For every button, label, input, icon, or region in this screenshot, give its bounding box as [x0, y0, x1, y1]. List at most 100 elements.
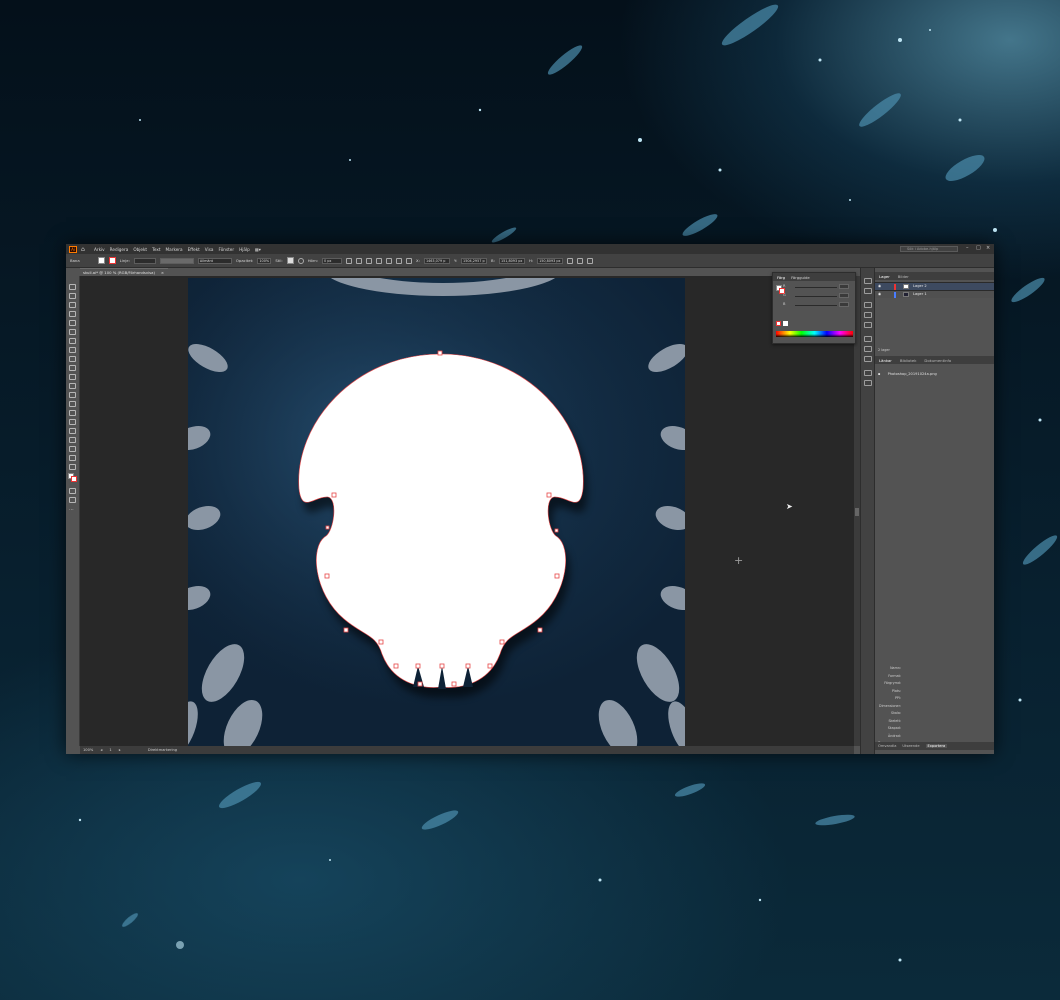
artboard[interactable] [188, 278, 685, 746]
menu-effekt[interactable]: Effekt [188, 247, 200, 252]
paintbrush-tool-icon[interactable] [69, 356, 76, 362]
linked-file-row[interactable]: ▪ Photoshop_20191024a.png [878, 372, 937, 376]
none-swatch[interactable] [776, 321, 781, 326]
magic-wand-tool-icon[interactable] [69, 302, 76, 308]
tab-library[interactable]: Bibliotek [900, 358, 917, 363]
shaper-tool-icon[interactable] [69, 365, 76, 371]
variable-width-field[interactable] [159, 257, 194, 264]
rotate-tool-icon[interactable] [69, 383, 76, 389]
align-center-icon[interactable] [356, 257, 363, 264]
layer-name[interactable]: Lager 1 [913, 291, 927, 298]
eraser-tool-icon[interactable] [69, 374, 76, 380]
appearance-icon[interactable] [864, 370, 872, 376]
align-left-icon[interactable] [346, 257, 353, 264]
layer-row-1[interactable]: ◉ Lager 1 [875, 290, 994, 298]
menu-visa[interactable]: Visa [205, 247, 214, 252]
shape-builder-tool-icon[interactable] [69, 419, 76, 425]
tab-artboards[interactable]: Bilder [898, 274, 909, 279]
curvature-tool-icon[interactable] [69, 320, 76, 326]
brushes-icon[interactable] [864, 312, 872, 318]
style-swatch[interactable] [286, 257, 294, 264]
properties-icon[interactable] [864, 278, 872, 284]
more-options-icon[interactable] [587, 257, 594, 264]
status-text[interactable]: Direktmarkering [148, 748, 177, 752]
channel-r-slider[interactable] [795, 287, 837, 288]
align-top-icon[interactable] [376, 257, 383, 264]
tab-color[interactable]: Färg [777, 275, 785, 280]
visibility-eye-icon[interactable]: ◉ [878, 291, 881, 298]
white-swatch[interactable] [783, 321, 788, 326]
line-tool-icon[interactable] [69, 338, 76, 344]
artboard-number[interactable]: 1 [109, 748, 111, 752]
align-middle-icon[interactable] [386, 257, 393, 264]
channel-b-slider[interactable] [795, 305, 837, 306]
tab-appearance[interactable]: Utseende [902, 744, 919, 748]
artboard-nav-next-icon[interactable]: ▸ [119, 748, 121, 752]
layer-name[interactable]: Lager 2 [913, 283, 927, 290]
tab-document-info[interactable]: Dokumentinfo [924, 358, 951, 363]
menu-hjalp[interactable]: Hjälp [239, 247, 250, 252]
recolor-icon[interactable] [297, 257, 304, 264]
tab-transform[interactable]: Omvandla [878, 744, 896, 748]
visibility-eye-icon[interactable]: ◉ [878, 283, 881, 290]
direct-selection-tool-icon[interactable] [69, 293, 76, 299]
channel-g-value[interactable] [839, 293, 849, 298]
menu-objekt[interactable]: Objekt [133, 247, 147, 252]
align-right-icon[interactable] [366, 257, 373, 264]
graphic-styles-icon[interactable] [864, 380, 872, 386]
libraries-icon[interactable] [864, 288, 872, 294]
menu-markera[interactable]: Markera [166, 247, 183, 252]
width-tool-icon[interactable] [69, 401, 76, 407]
menu-redigera[interactable]: Redigera [110, 247, 129, 252]
workspace-switcher-icon[interactable]: ▦▾ [255, 247, 261, 252]
menu-arkiv[interactable]: Arkiv [94, 247, 105, 252]
align-bottom-icon[interactable] [396, 257, 403, 264]
maximize-icon[interactable]: □ [976, 245, 981, 251]
isolate-icon[interactable] [577, 257, 584, 264]
artboard-nav-prev-icon[interactable]: ◂ [100, 748, 102, 752]
corner-field[interactable]: 0 px [322, 257, 343, 264]
channel-g-slider[interactable] [795, 296, 837, 297]
tab-color-guide[interactable]: Färgguide [791, 275, 810, 280]
drawing-mode-icon[interactable] [69, 488, 76, 494]
stroke-swatch[interactable] [108, 257, 116, 264]
rectangle-tool-icon[interactable] [69, 347, 76, 353]
close-document-icon[interactable]: × [161, 269, 164, 276]
gradient-icon[interactable] [864, 346, 872, 352]
menu-fonster[interactable]: Fönster [218, 247, 234, 252]
w-field[interactable]: 151,8093 px [498, 257, 525, 264]
scale-tool-icon[interactable] [69, 392, 76, 398]
channel-b-value[interactable] [839, 302, 849, 307]
more-tools-icon[interactable]: ··· [69, 507, 74, 513]
layer-row-2[interactable]: ◉ Lager 2 [875, 282, 994, 290]
brush-profile-field[interactable]: Allmänt [197, 257, 232, 264]
stroke-panel-icon[interactable] [864, 336, 872, 342]
hand-tool-icon[interactable] [69, 455, 76, 461]
stroke-weight-field[interactable] [133, 257, 156, 264]
pen-tool-icon[interactable] [69, 311, 76, 317]
color-spectrum[interactable] [776, 331, 853, 337]
symbols-icon[interactable] [864, 322, 872, 328]
h-field[interactable]: 150,8093 px [537, 257, 564, 264]
transparency-icon[interactable] [864, 356, 872, 362]
menu-text[interactable]: Text [152, 247, 160, 252]
help-search-input[interactable]: Sök i Adobe-hjälp [900, 246, 958, 252]
screen-mode-icon[interactable] [69, 497, 76, 503]
canvas-area[interactable]: + ➤ [80, 276, 854, 746]
tab-export[interactable]: Exportera [925, 744, 948, 748]
swatches-icon[interactable] [864, 302, 872, 308]
document-tab[interactable]: skull.ai* @ 100 % (RGB/Förhandsvisa) × [80, 268, 168, 276]
close-icon[interactable]: × [986, 245, 990, 251]
blend-tool-icon[interactable] [69, 437, 76, 443]
fill-swatch[interactable] [97, 257, 105, 264]
eyedropper-tool-icon[interactable] [69, 428, 76, 434]
free-transform-tool-icon[interactable] [69, 410, 76, 416]
scroll-thumb[interactable] [855, 508, 859, 516]
x-field[interactable]: 1463,079 p [423, 257, 450, 264]
type-tool-icon[interactable] [69, 329, 76, 335]
opacity-field[interactable]: 100% [257, 257, 272, 264]
minimize-icon[interactable]: – [966, 245, 969, 251]
channel-r-value[interactable] [839, 284, 849, 289]
zoom-tool-icon[interactable] [69, 464, 76, 470]
home-icon[interactable]: ⌂ [81, 246, 88, 253]
